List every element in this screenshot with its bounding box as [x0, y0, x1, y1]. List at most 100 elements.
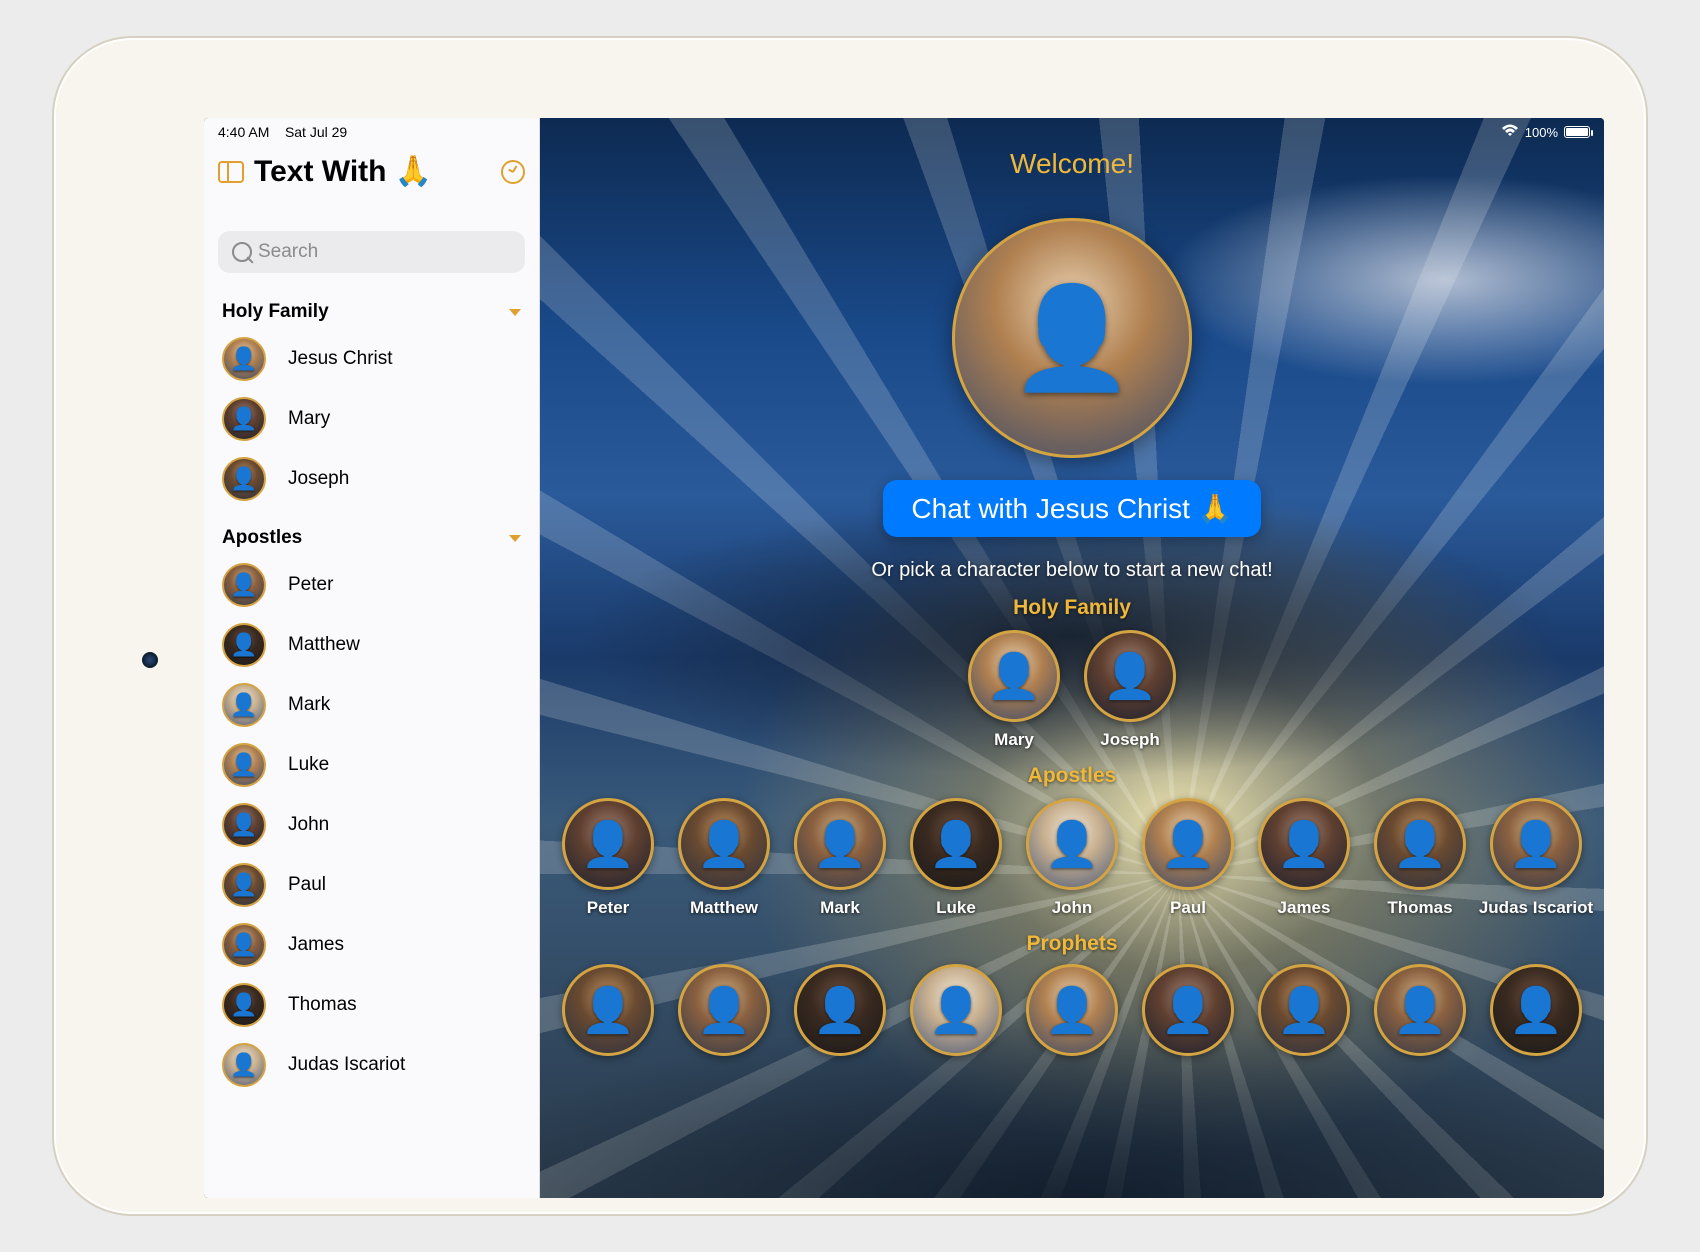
character-avatar: 👤	[1026, 798, 1118, 890]
character-row: 👤Mary👤 Joseph	[540, 630, 1604, 750]
ipad-camera	[142, 652, 158, 668]
contact-item[interactable]: 👤 Judas Iscariot	[204, 1035, 539, 1095]
contact-name: Peter	[288, 574, 333, 596]
character-item[interactable]: 👤Thomas	[1369, 798, 1471, 918]
history-icon[interactable]	[501, 160, 525, 184]
contact-name: Judas Iscariot	[288, 1054, 405, 1076]
welcome-label: Welcome!	[540, 148, 1604, 180]
avatar: 👤	[222, 337, 266, 381]
character-name: Joseph	[1100, 730, 1160, 750]
contact-name: Thomas	[288, 994, 357, 1016]
character-avatar: 👤	[910, 964, 1002, 1056]
character-item[interactable]: 👤	[1369, 964, 1471, 1056]
contact-item[interactable]: 👤 Joseph	[204, 449, 539, 509]
avatar: 👤	[222, 563, 266, 607]
contact-name: Joseph	[288, 468, 349, 490]
grid-section-label: Holy Family	[540, 596, 1604, 620]
contact-item[interactable]: 👤 Matthew	[204, 615, 539, 675]
character-name: Luke	[936, 898, 976, 918]
sidebar-toggle-icon[interactable]	[218, 161, 244, 183]
character-item[interactable]: 👤 Luke	[905, 798, 1007, 918]
contact-name: John	[288, 814, 329, 836]
hero-avatar[interactable]: 👤	[952, 218, 1192, 458]
contact-item[interactable]: 👤 John	[204, 795, 539, 855]
grid-section-label: Prophets	[540, 932, 1604, 956]
contact-item[interactable]: 👤 Thomas	[204, 975, 539, 1035]
character-item[interactable]: 👤	[1485, 964, 1587, 1056]
character-avatar: 👤	[1258, 798, 1350, 890]
contact-item[interactable]: 👤 Paul	[204, 855, 539, 915]
avatar: 👤	[222, 803, 266, 847]
character-item[interactable]: 👤 John	[1021, 798, 1123, 918]
character-avatar: 👤	[678, 964, 770, 1056]
avatar: 👤	[222, 397, 266, 441]
character-item[interactable]: 👤	[1021, 964, 1123, 1056]
character-item[interactable]: 👤Judas Iscariot	[1485, 798, 1587, 918]
contact-name: Luke	[288, 754, 329, 776]
character-avatar: 👤	[562, 798, 654, 890]
character-row: 👤Peter👤Matthew👤Mark👤Luke👤John👤Paul👤James…	[540, 798, 1604, 918]
main: Welcome! 👤 Chat with Jesus Christ 🙏 Or p…	[540, 118, 1604, 1198]
contact-name: Paul	[288, 874, 326, 896]
ipad-frame: 4:40 AM Sat Jul 29 100% Text With 🙏	[52, 36, 1648, 1216]
character-item[interactable]: 👤	[1137, 964, 1239, 1056]
section-header[interactable]: Holy Family	[204, 283, 539, 329]
character-name: Thomas	[1387, 898, 1452, 918]
contact-item[interactable]: 👤 Mark	[204, 675, 539, 735]
character-item[interactable]: 👤Paul	[1137, 798, 1239, 918]
character-name: John	[1052, 898, 1093, 918]
contact-name: Matthew	[288, 634, 360, 656]
subtitle: Or pick a character below to start a new…	[540, 559, 1604, 582]
avatar: 👤	[222, 923, 266, 967]
app-title: Text With 🙏	[254, 154, 491, 189]
character-item[interactable]: 👤	[557, 964, 659, 1056]
section-title: Apostles	[222, 527, 302, 549]
contact-item[interactable]: 👤 Peter	[204, 555, 539, 615]
avatar: 👤	[222, 983, 266, 1027]
contact-name: Mark	[288, 694, 330, 716]
character-item[interactable]: 👤 Joseph	[1079, 630, 1181, 750]
character-avatar: 👤	[1374, 964, 1466, 1056]
sidebar: Text With 🙏 Holy Family 👤 Jesus Christ 👤 Mar…	[204, 118, 540, 1198]
character-item[interactable]: 👤	[1253, 964, 1355, 1056]
contact-item[interactable]: 👤James	[204, 915, 539, 975]
section-title: Holy Family	[222, 301, 329, 323]
character-item[interactable]: 👤Mark	[789, 798, 891, 918]
character-avatar: 👤	[910, 798, 1002, 890]
section-header[interactable]: Apostles	[204, 509, 539, 555]
character-name: Mary	[994, 730, 1034, 750]
avatar: 👤	[222, 457, 266, 501]
contact-item[interactable]: 👤 Jesus Christ	[204, 329, 539, 389]
contact-item[interactable]: 👤 Luke	[204, 735, 539, 795]
search-box[interactable]	[218, 231, 525, 273]
search-input[interactable]	[218, 231, 525, 273]
sidebar-header: Text With 🙏	[204, 146, 539, 201]
contact-name: Mary	[288, 408, 330, 430]
character-item[interactable]: 👤 Matthew	[673, 798, 775, 918]
screen: 4:40 AM Sat Jul 29 100% Text With 🙏	[204, 118, 1604, 1198]
character-item[interactable]: 👤	[905, 964, 1007, 1056]
character-name: Matthew	[690, 898, 758, 918]
grid-section-label: Apostles	[540, 764, 1604, 788]
character-avatar: 👤	[1084, 630, 1176, 722]
character-item[interactable]: 👤	[673, 964, 775, 1056]
chat-cta-button[interactable]: Chat with Jesus Christ 🙏	[883, 480, 1260, 537]
avatar: 👤	[222, 863, 266, 907]
character-item[interactable]: 👤Peter	[557, 798, 659, 918]
contact-name: Jesus Christ	[288, 348, 393, 370]
avatar: 👤	[222, 1043, 266, 1087]
avatar: 👤	[222, 623, 266, 667]
character-item[interactable]: 👤 James	[1253, 798, 1355, 918]
character-item[interactable]: 👤	[789, 964, 891, 1056]
character-name: Paul	[1170, 898, 1206, 918]
chevron-down-icon	[509, 309, 521, 316]
character-item[interactable]: 👤Mary	[963, 630, 1065, 750]
contact-item[interactable]: 👤 Mary	[204, 389, 539, 449]
character-avatar: 👤	[1142, 964, 1234, 1056]
character-name: Mark	[820, 898, 860, 918]
avatar: 👤	[222, 683, 266, 727]
avatar: 👤	[222, 743, 266, 787]
character-name: James	[1278, 898, 1331, 918]
character-avatar: 👤	[678, 798, 770, 890]
character-avatar: 👤	[794, 964, 886, 1056]
